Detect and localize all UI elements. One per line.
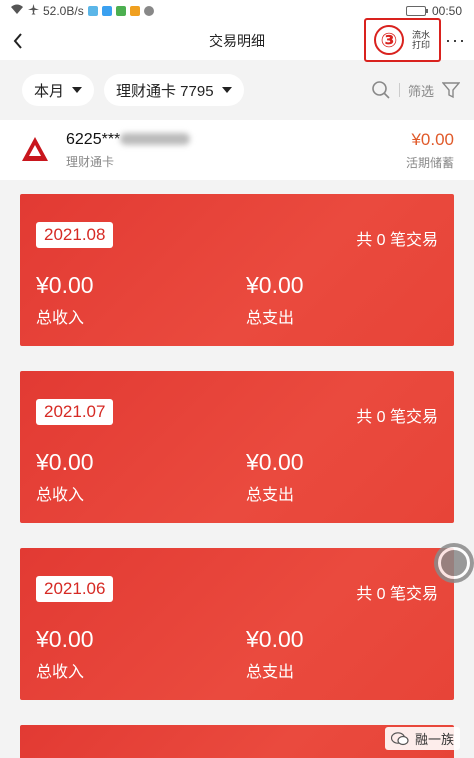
floating-assistive-button[interactable] — [434, 543, 474, 583]
caret-down-icon — [221, 87, 232, 93]
period-label: 本月 — [34, 82, 65, 100]
filter-bar: 本月 理财通卡 7795 筛选 — [0, 60, 474, 120]
app-notification-icon — [115, 6, 126, 16]
airplane-icon — [28, 4, 39, 18]
period-dropdown[interactable]: 本月 — [22, 74, 95, 106]
watermark-text: 融一族 — [414, 732, 454, 747]
app-notification-icon — [143, 6, 154, 16]
transaction-count: 共 0 笔交易 — [356, 586, 438, 603]
filter-button[interactable]: 筛选 — [408, 81, 434, 100]
income-label: 总收入 — [36, 664, 85, 681]
account-type: 理财通卡 — [66, 154, 115, 169]
bank-logo-icon — [22, 137, 48, 161]
annotation-number: ③ — [374, 25, 404, 55]
income-label: 总收入 — [36, 487, 85, 504]
caret-down-icon — [72, 87, 83, 93]
expense-label: 总支出 — [246, 487, 295, 504]
search-icon[interactable] — [371, 80, 391, 100]
account-number: 6225*** — [66, 130, 191, 149]
filter-icon[interactable] — [442, 81, 460, 99]
account-number-visible: 6225*** — [66, 130, 121, 148]
account-balance: ¥0.00 — [411, 129, 454, 149]
transaction-count: 共 0 笔交易 — [356, 232, 438, 249]
month-badge: 2021.06 — [36, 576, 114, 602]
masked-digits — [120, 133, 191, 146]
month-badge: 2021.08 — [36, 222, 114, 248]
account-kind: 活期储蓄 — [405, 155, 454, 170]
expense-amount: ¥0.00 — [246, 272, 304, 298]
divider — [398, 83, 400, 97]
app-notification-icon — [101, 6, 112, 16]
clock: 00:50 — [431, 4, 462, 18]
month-summary-card[interactable]: 2021.08 共 0 笔交易 ¥0.00 ¥0.00 总收入 总支出 — [20, 194, 454, 346]
watermark: 融一族 — [384, 727, 460, 750]
month-summary-card[interactable]: 2021.07 共 0 笔交易 ¥0.00 ¥0.00 总收入 总支出 — [20, 371, 454, 523]
income-amount: ¥0.00 — [36, 449, 94, 475]
expense-amount: ¥0.00 — [246, 626, 304, 652]
wechat-icon — [390, 731, 409, 745]
app-notification-icon — [87, 6, 98, 16]
annotation-highlight: ③ 流水打印 — [364, 18, 441, 62]
app-notification-icon — [129, 6, 140, 16]
card-label: 理财通卡 7795 — [116, 82, 214, 100]
chevron-left-icon — [13, 33, 22, 49]
battery-icon — [405, 6, 428, 16]
month-summary-card[interactable]: 2021.06 共 0 笔交易 ¥0.00 ¥0.00 总收入 总支出 — [20, 548, 454, 700]
statement-print-button[interactable]: 流水打印 — [412, 30, 430, 50]
network-speed: 52.0B/s — [43, 4, 84, 18]
account-row[interactable]: 6225*** 理财通卡 ¥0.00 活期储蓄 — [0, 120, 474, 180]
more-button[interactable]: ··· — [445, 30, 466, 51]
expense-amount: ¥0.00 — [246, 449, 304, 475]
month-badge: 2021.07 — [36, 399, 114, 425]
income-amount: ¥0.00 — [36, 626, 94, 652]
transaction-count: 共 0 笔交易 — [356, 409, 438, 426]
back-button[interactable] — [0, 22, 36, 60]
income-label: 总收入 — [36, 310, 85, 327]
expense-label: 总支出 — [246, 310, 295, 327]
card-dropdown[interactable]: 理财通卡 7795 — [104, 74, 244, 106]
wifi-icon — [10, 4, 24, 18]
income-amount: ¥0.00 — [36, 272, 94, 298]
expense-label: 总支出 — [246, 664, 295, 681]
